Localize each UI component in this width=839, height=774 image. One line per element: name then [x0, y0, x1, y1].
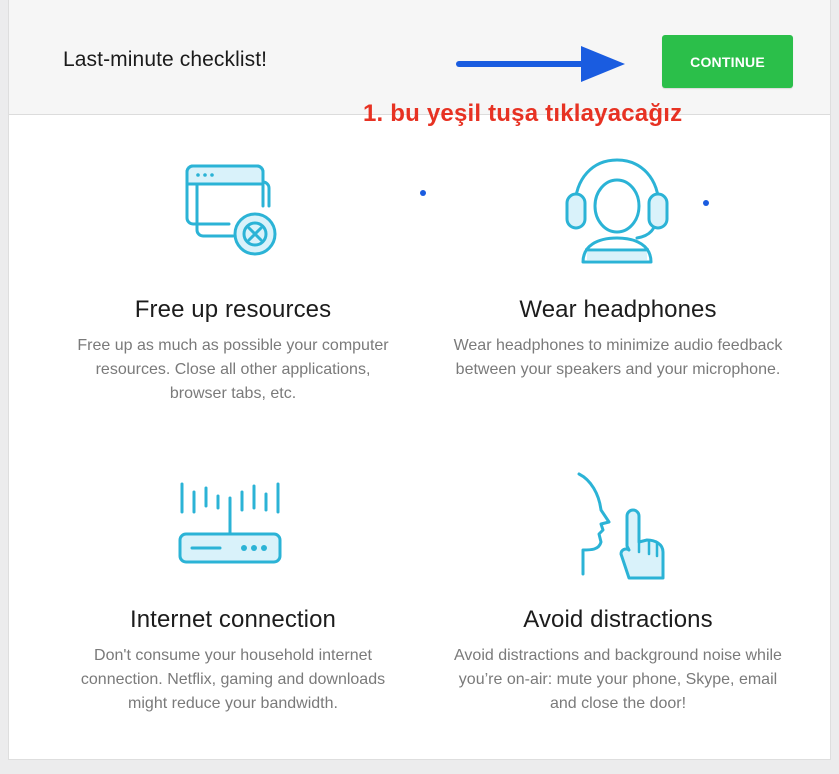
checklist-item-avoid-distractions: Avoid distractions Avoid distractions an…	[438, 606, 798, 716]
item-description: Wear headphones to minimize audio feedba…	[453, 337, 783, 378]
continue-button[interactable]: CONTINUE	[662, 35, 793, 88]
marker-dot	[703, 200, 709, 206]
item-description: Don't consume your household internet co…	[80, 647, 386, 712]
item-title: Avoid distractions	[523, 606, 713, 633]
router-icon	[174, 478, 286, 574]
quiet-gesture-icon	[571, 470, 671, 580]
marker-dot	[420, 190, 426, 196]
item-description: Avoid distractions and background noise …	[454, 647, 782, 712]
checklist-item-wear-headphones: Wear headphones Wear headphones to minim…	[438, 296, 798, 382]
headphones-icon	[557, 150, 677, 270]
item-description: Free up as much as possible your compute…	[77, 337, 389, 402]
browser-close-icon	[171, 160, 291, 260]
item-title: Free up resources	[134, 296, 332, 323]
checklist-item-internet-connection: Internet connection Don't consume your h…	[53, 606, 413, 716]
arrow-right-icon	[456, 46, 625, 82]
checklist-item-free-up-resources: Free up resources Free up as much as pos…	[53, 296, 413, 406]
page-title: Last-minute checklist!	[63, 48, 268, 71]
annotation-text: 1. bu yeşil tuşa tıklayacağız	[363, 100, 683, 127]
item-title: Internet connection	[129, 606, 337, 633]
checklist-header: Last-minute checklist! CONTINUE	[9, 0, 830, 115]
item-title: Wear headphones	[519, 296, 717, 323]
